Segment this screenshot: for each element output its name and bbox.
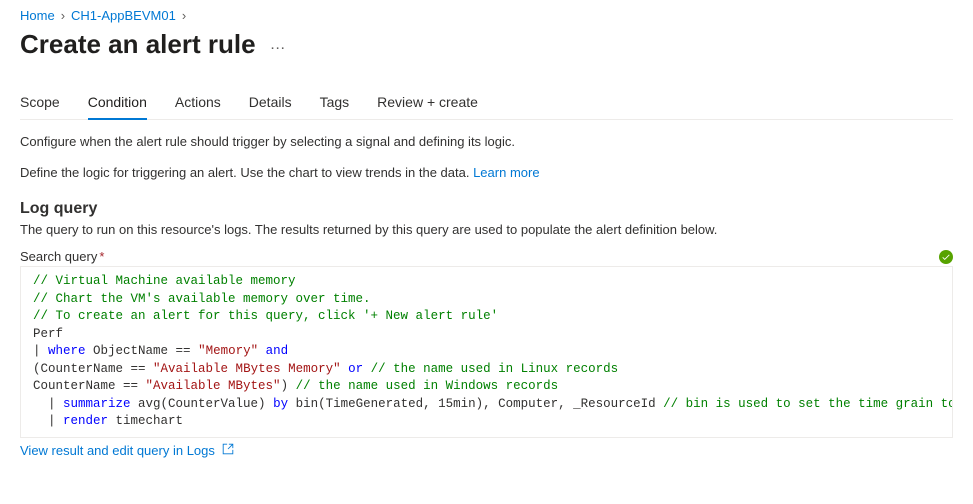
- tab-review-create[interactable]: Review + create: [377, 94, 478, 119]
- code-comment: // bin is used to set the time grain to …: [663, 397, 953, 411]
- view-result-row: View result and edit query in Logs: [20, 442, 953, 459]
- code-text: |: [33, 344, 48, 358]
- tab-condition[interactable]: Condition: [88, 94, 147, 120]
- tab-actions[interactable]: Actions: [175, 94, 221, 119]
- learn-more-link[interactable]: Learn more: [473, 165, 539, 180]
- define-text-body: Define the logic for triggering an alert…: [20, 165, 473, 180]
- code-text: CounterName: [33, 379, 123, 393]
- code-comment: // the name used in Windows records: [296, 379, 559, 393]
- tabs: Scope Condition Actions Details Tags Rev…: [20, 94, 953, 120]
- code-comment: // the name used in Linux records: [363, 362, 618, 376]
- code-keyword: render: [63, 414, 108, 428]
- breadcrumb-home[interactable]: Home: [20, 8, 55, 23]
- breadcrumb-resource[interactable]: CH1-AppBEVM01: [71, 8, 176, 23]
- breadcrumb: Home › CH1-AppBEVM01 ›: [20, 8, 953, 23]
- code-string: "Available MBytes": [138, 379, 281, 393]
- view-result-link[interactable]: View result and edit query in Logs: [20, 443, 215, 458]
- tab-tags[interactable]: Tags: [320, 94, 350, 119]
- code-text: Perf: [33, 327, 63, 341]
- log-query-heading: Log query: [20, 200, 953, 218]
- code-text: avg(CounterValue): [131, 397, 274, 411]
- code-keyword: where: [48, 344, 86, 358]
- tab-scope[interactable]: Scope: [20, 94, 60, 119]
- code-text: (CounterName: [33, 362, 131, 376]
- code-comment: // Virtual Machine available memory: [33, 274, 296, 288]
- code-keyword: or: [348, 362, 363, 376]
- code-comment: // To create an alert for this query, cl…: [33, 309, 498, 323]
- define-text: Define the logic for triggering an alert…: [20, 165, 953, 180]
- chevron-right-icon: ›: [182, 8, 186, 23]
- code-text: ObjectName: [86, 344, 176, 358]
- code-string: "Memory": [191, 344, 266, 358]
- log-query-subtext: The query to run on this resource's logs…: [20, 222, 953, 237]
- code-text: ==: [123, 379, 138, 393]
- code-text: ): [281, 379, 296, 393]
- code-keyword: summarize: [63, 397, 131, 411]
- code-text: |: [33, 397, 63, 411]
- code-text: |: [33, 414, 63, 428]
- page-title-row: Create an alert rule …: [20, 29, 953, 60]
- page-title: Create an alert rule: [20, 29, 256, 60]
- search-query-editor[interactable]: // Virtual Machine available memory // C…: [20, 266, 953, 438]
- validation-success-icon: [939, 250, 953, 264]
- code-string: "Available MBytes Memory": [146, 362, 349, 376]
- search-query-label: Search query: [20, 249, 97, 264]
- chevron-right-icon: ›: [61, 8, 65, 23]
- code-keyword: and: [266, 344, 289, 358]
- code-text: bin(TimeGenerated, 15min), Computer, _Re…: [288, 397, 663, 411]
- tab-details[interactable]: Details: [249, 94, 292, 119]
- required-indicator: *: [99, 249, 104, 264]
- code-text: timechart: [108, 414, 183, 428]
- more-actions-button[interactable]: …: [270, 36, 286, 54]
- code-text: ==: [131, 362, 146, 376]
- intro-text: Configure when the alert rule should tri…: [20, 134, 953, 149]
- code-comment: // Chart the VM's available memory over …: [33, 292, 371, 306]
- code-text: ==: [176, 344, 191, 358]
- open-external-icon: [221, 442, 235, 459]
- search-query-label-row: Search query*: [20, 249, 953, 264]
- code-keyword: by: [273, 397, 288, 411]
